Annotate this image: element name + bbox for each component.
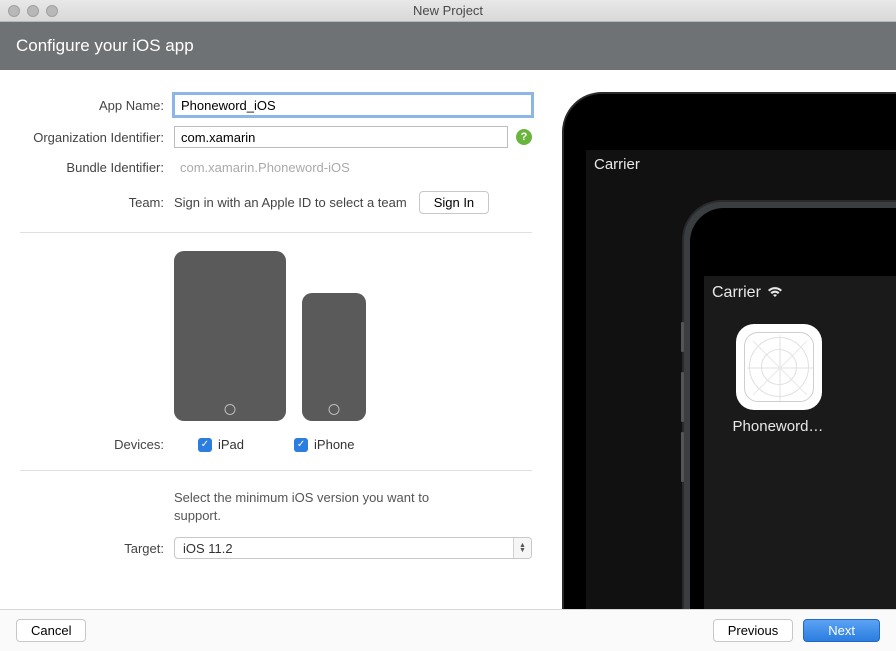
team-desc: Sign in with an Apple ID to select a tea… — [174, 195, 407, 210]
bundle-id-value: com.xamarin.Phoneword-iOS — [174, 158, 356, 177]
side-button-icon — [681, 372, 684, 422]
previous-button[interactable]: Previous — [713, 619, 794, 642]
page-header: Configure your iOS app — [0, 22, 896, 70]
window-title: New Project — [0, 3, 896, 18]
app-name-preview: Phoneword… — [722, 418, 834, 435]
team-label: Team: — [20, 195, 174, 210]
ipad-carrier-label: Carrier — [594, 156, 640, 173]
ipad-graphic — [174, 251, 286, 421]
target-select[interactable]: iOS 11.2 ▲▼ — [174, 537, 532, 559]
app-icon-grid-icon — [744, 332, 814, 402]
app-name-label: App Name: — [20, 98, 174, 113]
wifi-icon — [767, 286, 783, 301]
app-icon-preview — [736, 324, 822, 410]
cancel-button[interactable]: Cancel — [16, 619, 86, 642]
page-title: Configure your iOS app — [16, 36, 194, 55]
ipad-checkbox[interactable]: ✓ — [198, 438, 212, 452]
close-window-icon[interactable] — [8, 5, 20, 17]
target-desc: Select the minimum iOS version you want … — [174, 489, 474, 525]
devices-label: Devices: — [20, 437, 174, 452]
bundle-id-label: Bundle Identifier: — [20, 160, 174, 175]
target-value: iOS 11.2 — [175, 538, 513, 558]
side-button-icon — [681, 432, 684, 482]
divider — [20, 470, 532, 471]
next-button[interactable]: Next — [803, 619, 880, 642]
preview-iphone: Carrier Phoneword… — [682, 200, 896, 635]
home-button-icon — [225, 404, 236, 415]
home-button-icon — [329, 404, 340, 415]
traffic-lights — [8, 5, 58, 17]
side-button-icon — [681, 322, 684, 352]
zoom-window-icon[interactable] — [46, 5, 58, 17]
org-id-label: Organization Identifier: — [20, 130, 174, 145]
chevron-updown-icon: ▲▼ — [513, 538, 531, 558]
target-label: Target: — [20, 541, 174, 556]
device-preview-graphics — [174, 251, 532, 421]
device-preview-pane: Carrier Carrier Phonewor — [552, 70, 896, 635]
org-id-input[interactable] — [174, 126, 508, 148]
iphone-check-label: iPhone — [314, 437, 354, 452]
iphone-graphic — [302, 293, 366, 421]
iphone-carrier-label: Carrier — [712, 284, 761, 302]
sign-in-button[interactable]: Sign In — [419, 191, 489, 214]
app-name-input[interactable] — [174, 94, 532, 116]
ipad-check-label: iPad — [218, 437, 244, 452]
divider — [20, 232, 532, 233]
help-icon[interactable]: ? — [516, 129, 532, 145]
footer: Cancel Previous Next — [0, 609, 896, 651]
titlebar: New Project — [0, 0, 896, 22]
form-pane: App Name: Organization Identifier: ? Bun… — [0, 70, 552, 635]
iphone-checkbox[interactable]: ✓ — [294, 438, 308, 452]
minimize-window-icon[interactable] — [27, 5, 39, 17]
